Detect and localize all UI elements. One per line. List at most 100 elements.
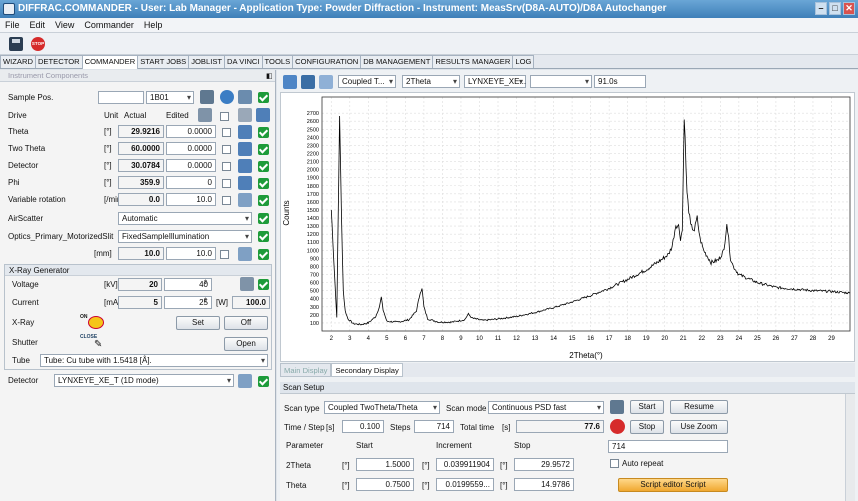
sample-pos-select[interactable]: 1B01	[146, 91, 194, 104]
scan-start-input[interactable]: 1.5000	[356, 458, 414, 471]
tab-results-manager[interactable]: RESULTS MANAGER	[432, 55, 514, 68]
chart-scan-type-select[interactable]: Coupled T...	[338, 75, 396, 88]
refresh-icon[interactable]	[220, 90, 234, 104]
detector-apply-icon[interactable]	[258, 376, 269, 387]
optics-select[interactable]: FixedSampleIllumination	[118, 230, 252, 243]
drive-apply-icon[interactable]	[258, 178, 269, 189]
xray-set-button[interactable]: Set	[176, 316, 220, 330]
speed-icon[interactable]	[238, 108, 252, 122]
time-step-input[interactable]: 0.100	[342, 420, 384, 433]
minimize-button[interactable]: –	[815, 2, 827, 15]
drive-all-checkbox[interactable]	[220, 112, 229, 121]
chart-grid-icon[interactable]	[301, 75, 315, 89]
tube-select[interactable]: Tube: Cu tube with 1.5418 [Å].	[40, 354, 268, 367]
drive-apply-icon[interactable]	[258, 195, 269, 206]
scan-increment-input[interactable]: 0.039911904	[436, 458, 494, 471]
save-icon[interactable]	[9, 37, 23, 51]
close-button[interactable]: ✕	[843, 2, 855, 15]
stop-button[interactable]: Stop	[630, 420, 664, 434]
scan-start-input[interactable]: 0.7500	[356, 478, 414, 491]
drive-move-icon[interactable]	[238, 142, 252, 156]
chart-zoom-icon[interactable]	[319, 75, 333, 89]
chart-axis-select[interactable]: 2Theta	[402, 75, 460, 88]
tab-wizard[interactable]: WIZARD	[0, 55, 36, 68]
drive-row-edited[interactable]: 0.0000	[166, 125, 216, 138]
drive-row-edited[interactable]: 0.0000	[166, 159, 216, 172]
menu-view[interactable]: View	[50, 18, 79, 32]
apply-check-icon[interactable]	[258, 92, 269, 103]
chart-svg[interactable]: 100 200 300 400 500 600 700 800 900 1000 1100 1200 1…	[281, 93, 854, 361]
drive-row-checkbox[interactable]	[222, 128, 231, 137]
move-all-icon[interactable]	[256, 108, 270, 122]
menu-edit[interactable]: Edit	[25, 18, 51, 32]
tab-log[interactable]: LOG	[512, 55, 535, 68]
scan-scrollbar[interactable]	[845, 394, 855, 501]
drive-row-checkbox[interactable]	[222, 196, 231, 205]
drive-move-icon[interactable]	[238, 159, 252, 173]
copy-icon[interactable]	[198, 108, 212, 122]
shutter-open-button[interactable]: Open	[224, 337, 268, 351]
optics-move-icon[interactable]	[238, 247, 252, 261]
airscatter-apply-icon[interactable]	[258, 213, 269, 224]
xray-off-button[interactable]: Off	[224, 316, 268, 330]
drive-apply-icon[interactable]	[258, 161, 269, 172]
detector-move-icon[interactable]	[238, 374, 252, 388]
chart-extra-select[interactable]	[530, 75, 592, 88]
tab-commander[interactable]: COMMANDER	[81, 55, 139, 69]
airscatter-select[interactable]: Automatic	[118, 212, 252, 225]
tab-start-jobs[interactable]: START JOBS	[137, 55, 190, 68]
scan-stop-input[interactable]: 29.9572	[514, 458, 574, 471]
tab-main-display[interactable]: Main Display	[280, 363, 332, 377]
steps-input[interactable]: 714	[414, 420, 454, 433]
drive-row-edited[interactable]: 0	[166, 176, 216, 189]
chart-view-icon[interactable]	[283, 75, 297, 89]
scan-mode-select[interactable]: Continuous PSD fast	[488, 401, 604, 414]
scan-stop-input[interactable]: 14.9786	[514, 478, 574, 491]
optics-checkbox[interactable]	[220, 250, 229, 259]
drive-row-checkbox[interactable]	[222, 179, 231, 188]
drive-apply-icon[interactable]	[258, 127, 269, 138]
tab-secondary-display[interactable]: Secondary Display	[331, 363, 403, 377]
drive-move-icon[interactable]	[238, 176, 252, 190]
optics-edited[interactable]: 10.0	[166, 247, 216, 260]
drive-move-icon[interactable]	[238, 125, 252, 139]
voltage-copy-icon[interactable]	[240, 277, 254, 291]
drive-row-checkbox[interactable]	[222, 145, 231, 154]
voltage-spin-icon[interactable]: ⇕	[203, 279, 208, 286]
use-zoom-button[interactable]: Use Zoom	[670, 420, 728, 434]
drive-row-edited[interactable]: 10.0	[166, 193, 216, 206]
sample-pos-edit[interactable]	[98, 91, 144, 104]
tab-db-management[interactable]: DB MANAGEMENT	[360, 55, 434, 68]
auto-repeat-checkbox[interactable]	[610, 459, 619, 468]
drive-row-checkbox[interactable]	[222, 162, 231, 171]
start-button[interactable]: Start	[630, 400, 664, 414]
tab-da-vinci[interactable]: DA VINCI	[224, 55, 263, 68]
resume-button[interactable]: Resume	[670, 400, 728, 414]
script-editor-button[interactable]: Script editor Script	[618, 478, 728, 492]
scan-type-select[interactable]: Coupled TwoTheta/Theta	[324, 401, 440, 414]
optics-width-row: [mm] 10.0 10.0	[0, 246, 276, 262]
menu-file[interactable]: File	[0, 18, 25, 32]
optics-apply-icon[interactable]	[258, 231, 269, 242]
y-tick-label: 1200	[307, 232, 319, 238]
tab-tools[interactable]: TOOLS	[261, 55, 294, 68]
sample-load-icon[interactable]	[200, 90, 214, 104]
sample-tool-icon[interactable]	[238, 90, 252, 104]
chart-detector-select[interactable]: LYNXEYE_XE...	[464, 75, 526, 88]
menu-commander[interactable]: Commander	[79, 18, 139, 32]
menu-help[interactable]: Help	[139, 18, 168, 32]
scan-increment-input[interactable]: 0.0199559...	[436, 478, 494, 491]
tab-detector[interactable]: DETECTOR	[34, 55, 83, 68]
optics-width-apply-icon[interactable]	[258, 249, 269, 260]
tab-joblist[interactable]: JOBLIST	[188, 55, 226, 68]
drive-move-icon[interactable]	[238, 193, 252, 207]
current-spin-icon[interactable]: ⇕	[203, 297, 208, 304]
stop-icon[interactable]: STOP	[31, 37, 45, 51]
pin-icon[interactable]: ◧	[266, 72, 273, 80]
tab-configuration[interactable]: CONFIGURATION	[292, 55, 362, 68]
drive-apply-icon[interactable]	[258, 144, 269, 155]
voltage-apply-icon[interactable]	[258, 279, 269, 290]
detector-select[interactable]: LYNXEYE_XE_T (1D mode)	[54, 374, 234, 387]
maximize-button[interactable]: □	[829, 2, 841, 15]
drive-row-edited[interactable]: 0.0000	[166, 142, 216, 155]
